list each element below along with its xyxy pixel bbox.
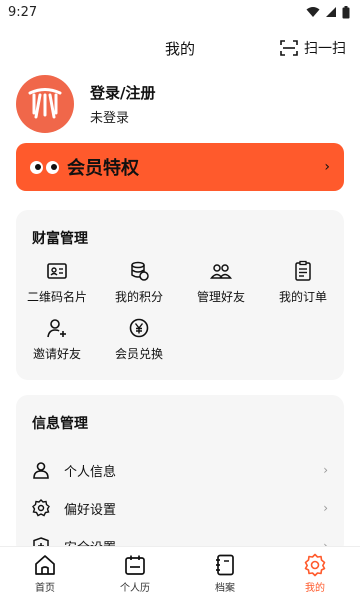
grid-item-invite-friends[interactable]: 邀请好友 [16, 317, 98, 362]
person-icon [33, 462, 49, 479]
scan-icon [280, 40, 298, 56]
wifi-icon [306, 7, 320, 17]
tab-archive[interactable]: 档案 [180, 547, 270, 600]
grid-item-label: 会员兑换 [114, 347, 163, 361]
grid-item-vip-exchange[interactable]: 会员兑换 [98, 317, 180, 362]
list-item-preferences[interactable]: 偏好设置 › [16, 489, 344, 527]
profile-section[interactable]: 登录/注册 未登录 [0, 72, 360, 133]
list-item-personal-info[interactable]: 个人信息 › [16, 451, 344, 489]
list-item-label: 个人信息 [64, 464, 117, 480]
tab-home[interactable]: 首页 [0, 547, 90, 600]
battery-icon [342, 5, 350, 18]
tab-label: 首页 [35, 583, 55, 594]
yen-icon [129, 318, 149, 338]
tab-label: 我的 [305, 583, 325, 594]
login-status: 未登录 [90, 111, 130, 126]
wealth-management-card: 财富管理 二维码名片 我的积分 管理好友 我的订单 邀请好友 会员兑换 [16, 210, 344, 380]
wealth-title: 财富管理 [32, 231, 88, 247]
tab-mine[interactable]: 我的 [270, 547, 360, 600]
list-item-label: 偏好设置 [64, 502, 117, 518]
chevron-right-icon: › [323, 463, 328, 477]
scan-label: 扫一扫 [304, 41, 346, 57]
bottom-tab-bar: 首页 个人历 档案 我的 [0, 546, 360, 600]
status-icons [306, 5, 350, 19]
vip-label: 会员特权 [67, 158, 139, 179]
info-title: 信息管理 [32, 416, 88, 432]
grid-item-orders[interactable]: 我的订单 [262, 260, 344, 305]
grid-item-label: 二维码名片 [26, 290, 87, 304]
page-header: 我的 扫一扫 [0, 24, 360, 72]
settings-icon [304, 553, 326, 577]
invite-icon [47, 319, 66, 338]
page-title: 我的 [164, 39, 195, 58]
coins-icon [131, 261, 149, 281]
status-time: 9:27 [8, 4, 38, 20]
grid-item-points[interactable]: 我的积分 [98, 260, 180, 305]
signal-icon [326, 7, 336, 17]
vip-privileges-banner[interactable]: 会员特权 › [16, 143, 344, 191]
grid-item-qr-card[interactable]: 二维码名片 [16, 260, 98, 305]
login-register-link[interactable]: 登录/注册 [90, 82, 155, 103]
chevron-right-icon: › [323, 501, 328, 515]
scan-button[interactable]: 扫一扫 [280, 38, 346, 58]
eyes-icon [30, 160, 59, 174]
tab-label: 个人历 [120, 583, 150, 594]
info-management-card: 信息管理 个人信息 › 偏好设置 › 安全设置 › [16, 395, 344, 555]
brand-logo-icon [28, 88, 62, 119]
grid-item-label: 我的积分 [114, 290, 163, 304]
archive-icon [216, 554, 234, 576]
tab-calendar[interactable]: 个人历 [90, 547, 180, 600]
id-card-icon [47, 263, 67, 279]
grid-item-manage-friends[interactable]: 管理好友 [180, 260, 262, 305]
grid-item-label: 我的订单 [278, 290, 327, 304]
status-bar: 9:27 [0, 0, 360, 24]
tab-label: 档案 [215, 583, 235, 594]
gear-icon [32, 499, 50, 517]
avatar[interactable] [16, 75, 74, 133]
order-icon [295, 260, 311, 281]
grid-item-label: 管理好友 [196, 290, 245, 304]
friends-icon [210, 264, 232, 279]
chevron-right-icon: › [324, 159, 330, 175]
grid-item-label: 邀请好友 [32, 347, 81, 361]
home-icon [35, 555, 55, 575]
calendar-icon [125, 555, 145, 575]
